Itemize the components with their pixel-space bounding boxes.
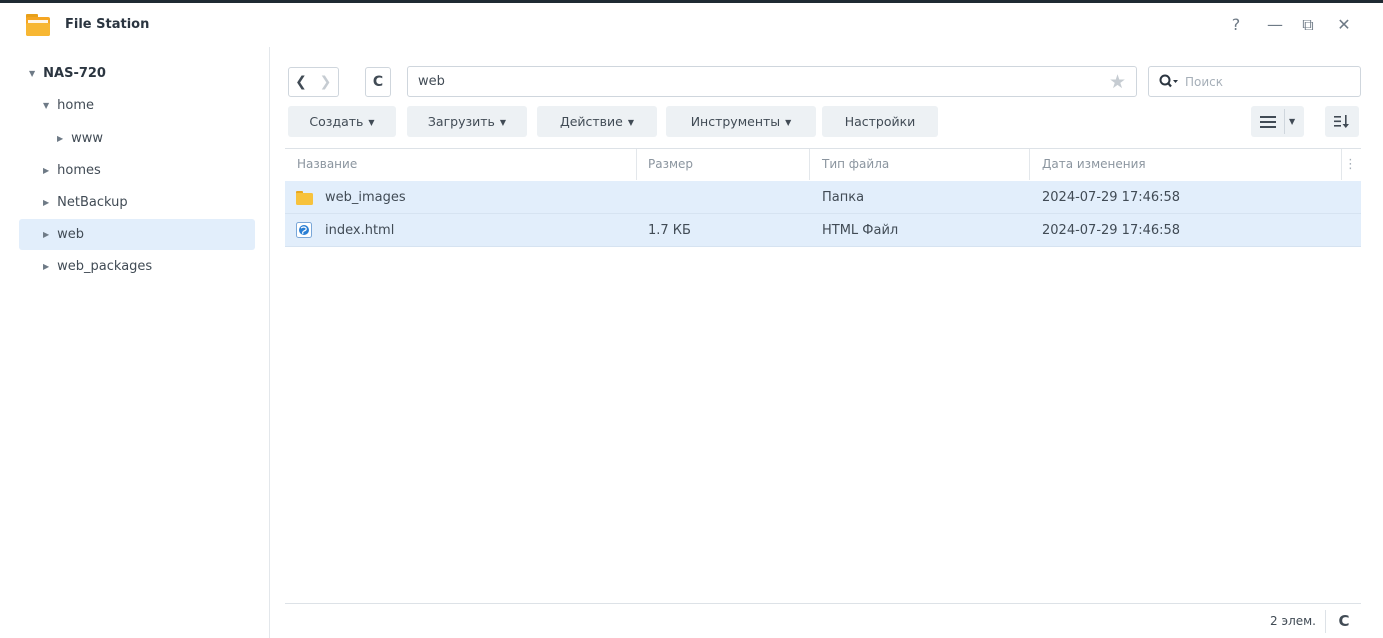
tree-item-label: homes bbox=[57, 163, 101, 178]
tree-item-label: www bbox=[71, 131, 104, 146]
table-row[interactable]: index.html 1.7 КБ HTML Файл 2024-07-29 1… bbox=[285, 214, 1361, 247]
tree-item-label: NAS-720 bbox=[43, 66, 106, 81]
refresh-button[interactable]: C bbox=[365, 67, 391, 97]
column-header-name[interactable]: Название bbox=[297, 149, 357, 180]
status-bar: 2 элем. C bbox=[285, 603, 1361, 638]
file-name: index.html bbox=[325, 223, 395, 238]
column-divider[interactable] bbox=[1341, 149, 1342, 180]
file-modified: 2024-07-29 17:46:58 bbox=[1042, 190, 1181, 205]
tools-button[interactable]: Инструменты ▼ bbox=[666, 106, 816, 137]
column-divider[interactable] bbox=[1029, 149, 1030, 180]
action-button[interactable]: Действие ▼ bbox=[537, 106, 657, 137]
search-placeholder: Поиск bbox=[1185, 75, 1224, 89]
tree-item-web-packages[interactable]: ▶ web_packages bbox=[19, 251, 255, 282]
back-button[interactable]: ❮ bbox=[288, 67, 314, 97]
settings-button-label: Настройки bbox=[844, 114, 916, 129]
close-icon[interactable]: ✕ bbox=[1334, 15, 1354, 34]
tree-item-label: home bbox=[57, 98, 94, 113]
tree-item-label: NetBackup bbox=[57, 195, 128, 210]
dropdown-caret-icon: ▼ bbox=[1289, 117, 1296, 126]
tree-item-label: web bbox=[57, 227, 85, 242]
list-view-icon bbox=[1260, 116, 1276, 128]
tree-item-www[interactable]: ▶ www bbox=[19, 123, 255, 154]
tree-item-label: web_packages bbox=[57, 259, 153, 274]
expanded-arrow-icon[interactable]: ▼ bbox=[29, 58, 39, 89]
divider bbox=[1284, 109, 1285, 134]
search-input[interactable]: Поиск bbox=[1148, 66, 1361, 97]
column-divider[interactable] bbox=[809, 149, 810, 180]
divider bbox=[1325, 610, 1326, 633]
create-button-label: Создать bbox=[309, 114, 364, 129]
column-divider[interactable] bbox=[636, 149, 637, 180]
upload-button-label: Загрузить bbox=[427, 114, 495, 129]
collapsed-arrow-icon[interactable]: ▶ bbox=[43, 187, 53, 218]
path-bar[interactable]: web ★ bbox=[407, 66, 1137, 97]
refresh-icon[interactable]: C bbox=[1333, 610, 1355, 632]
restore-icon[interactable]: ⧉ bbox=[1298, 15, 1318, 35]
current-path: web bbox=[418, 74, 445, 89]
action-button-label: Действие bbox=[559, 114, 623, 129]
file-type: Папка bbox=[822, 190, 865, 205]
collapsed-arrow-icon[interactable]: ▶ bbox=[43, 219, 53, 250]
file-modified: 2024-07-29 17:46:58 bbox=[1042, 223, 1181, 238]
file-name: web_images bbox=[325, 190, 406, 205]
item-count: 2 элем. bbox=[1270, 614, 1316, 628]
tree-item-web[interactable]: ▶ web bbox=[19, 219, 255, 250]
html-file-icon bbox=[296, 222, 312, 238]
dropdown-caret-icon: ▼ bbox=[499, 118, 507, 127]
title-bar: File Station ? — ⧉ ✕ bbox=[0, 3, 1383, 47]
tree-item-nas-720[interactable]: ▼ NAS-720 bbox=[19, 58, 255, 89]
upload-button[interactable]: Загрузить ▼ bbox=[407, 106, 527, 137]
column-menu-icon[interactable]: ⋮ bbox=[1344, 149, 1357, 180]
expanded-arrow-icon[interactable]: ▼ bbox=[43, 90, 53, 121]
search-icon[interactable] bbox=[1159, 74, 1179, 90]
sort-button[interactable] bbox=[1325, 106, 1359, 137]
column-header-type[interactable]: Тип файла bbox=[822, 149, 889, 180]
minimize-icon[interactable]: — bbox=[1265, 15, 1285, 34]
collapsed-arrow-icon[interactable]: ▶ bbox=[43, 155, 53, 186]
help-icon[interactable]: ? bbox=[1226, 15, 1246, 34]
folder-icon bbox=[296, 191, 313, 205]
tree-item-netbackup[interactable]: ▶ NetBackup bbox=[19, 187, 255, 218]
collapsed-arrow-icon[interactable]: ▶ bbox=[57, 123, 67, 154]
create-button[interactable]: Создать ▼ bbox=[288, 106, 396, 137]
dropdown-caret-icon: ▼ bbox=[785, 118, 792, 127]
sort-icon bbox=[1334, 115, 1349, 128]
tree-item-homes[interactable]: ▶ homes bbox=[19, 155, 255, 186]
window-title: File Station bbox=[65, 17, 150, 32]
column-header-modified[interactable]: Дата изменения bbox=[1042, 149, 1146, 180]
file-list-header: Название Размер Тип файла Дата изменения… bbox=[285, 148, 1361, 180]
dropdown-caret-icon: ▼ bbox=[627, 118, 635, 127]
collapsed-arrow-icon[interactable]: ▶ bbox=[43, 251, 53, 282]
main-panel: ❮ ❯ C web ★ Поиск Создать ▼ Загрузить ▼ Де… bbox=[285, 47, 1361, 638]
tools-button-label: Инструменты bbox=[690, 114, 781, 129]
table-row[interactable]: web_images Папка 2024-07-29 17:46:58 bbox=[285, 181, 1361, 214]
favorite-star-icon[interactable]: ★ bbox=[1109, 71, 1126, 93]
tree-item-home[interactable]: ▼ home bbox=[19, 90, 255, 121]
column-header-size[interactable]: Размер bbox=[648, 149, 693, 180]
settings-button[interactable]: Настройки bbox=[822, 106, 938, 137]
dropdown-caret-icon: ▼ bbox=[368, 118, 375, 127]
file-station-app-icon bbox=[26, 14, 50, 36]
forward-button[interactable]: ❯ bbox=[313, 67, 339, 97]
file-type: HTML Файл bbox=[822, 223, 899, 238]
file-size: 1.7 КБ bbox=[648, 223, 691, 238]
view-mode-button[interactable]: ▼ bbox=[1251, 106, 1304, 137]
folder-tree: ▼ NAS-720 ▼ home ▶ www ▶ homes ▶ NetBack… bbox=[0, 47, 270, 638]
